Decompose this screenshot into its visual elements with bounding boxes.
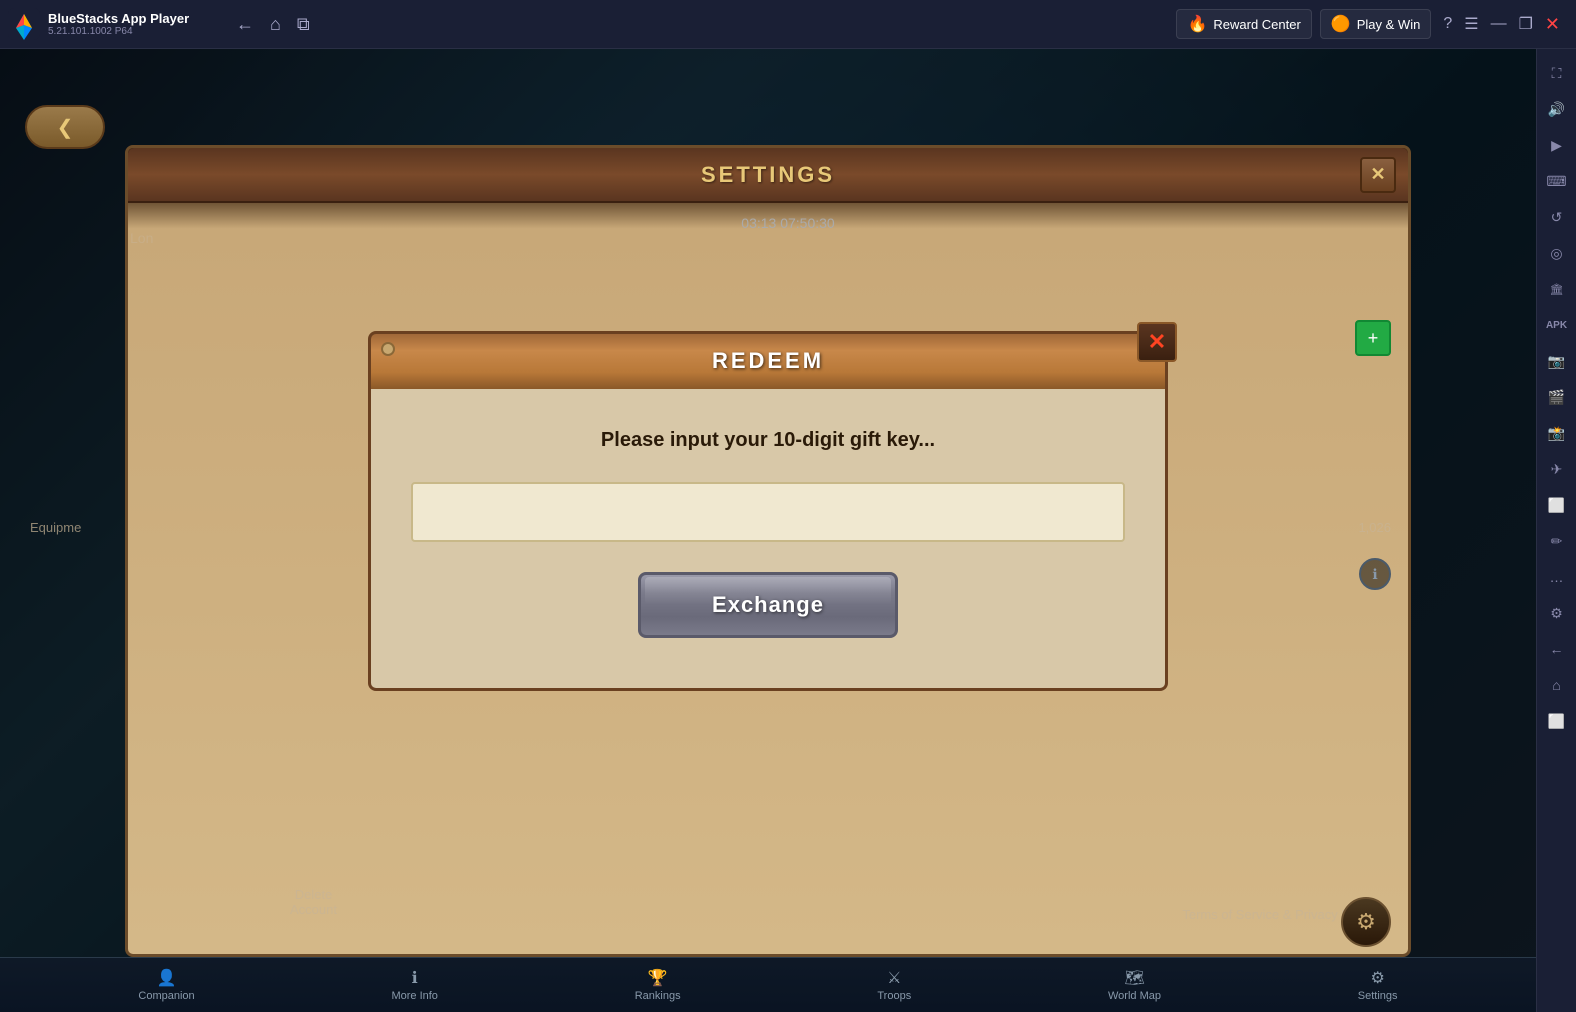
topbar: BlueStacks App Player 5.21.101.1002 P64 …	[0, 0, 1576, 49]
sidebar-building-icon[interactable]: 🏛	[1541, 273, 1573, 305]
redeem-instruction: Please input your 10-digit gift key...	[601, 429, 935, 452]
topbar-right: 🔥 Reward Center 🟠 Play & Win ? ☰ — ❐ ✕	[1176, 9, 1576, 39]
sidebar-keyboard-icon[interactable]: ⌨	[1541, 165, 1573, 197]
play-win-button[interactable]: 🟠 Play & Win	[1320, 9, 1432, 39]
bluestacks-logo	[8, 8, 40, 40]
sidebar-screenshot-icon[interactable]: 📸	[1541, 417, 1573, 449]
sidebar-video-icon[interactable]: 🎬	[1541, 381, 1573, 413]
sidebar-apk-icon[interactable]: APK	[1541, 309, 1573, 341]
sidebar-back-icon[interactable]: ←	[1541, 633, 1573, 665]
sidebar-volume-icon[interactable]: 🔊	[1541, 93, 1573, 125]
sidebar-square-icon[interactable]: ⬜	[1541, 705, 1573, 737]
close-window-button[interactable]: ✕	[1545, 14, 1560, 35]
app-info: BlueStacks App Player 5.21.101.1002 P64	[48, 11, 189, 37]
redeem-input-wrap	[411, 482, 1125, 542]
topbar-actions: ? ☰ — ❐ ✕	[1435, 14, 1568, 35]
redeem-overlay: REDEEM ✕ Please input your 10-digit gift…	[0, 49, 1536, 1012]
sidebar-camera-icon[interactable]: 📷	[1541, 345, 1573, 377]
redeem-title: REDEEM	[712, 348, 824, 374]
sidebar-rotate-icon[interactable]: ↺	[1541, 201, 1573, 233]
sidebar-window-icon[interactable]: ⬜	[1541, 489, 1573, 521]
help-icon[interactable]: ?	[1443, 15, 1452, 33]
sidebar-target-icon[interactable]: ◎	[1541, 237, 1573, 269]
sidebar-pen-icon[interactable]: ✏	[1541, 525, 1573, 557]
menu-icon[interactable]: ☰	[1464, 14, 1478, 34]
redeem-header: REDEEM ✕	[368, 331, 1168, 389]
topbar-nav: ← ⌂ ⧉	[220, 14, 310, 35]
sidebar-play-icon[interactable]: ▶	[1541, 129, 1573, 161]
play-win-icon: 🟠	[1331, 14, 1351, 34]
corner-pin-tl	[381, 342, 395, 356]
back-nav-icon[interactable]: ←	[236, 14, 254, 35]
exchange-button[interactable]: Exchange	[638, 572, 898, 638]
sidebar-fullscreen-icon[interactable]: ⛶	[1541, 57, 1573, 89]
reward-center-label: Reward Center	[1213, 17, 1300, 32]
reward-center-button[interactable]: 🔥 Reward Center	[1176, 9, 1311, 39]
play-win-label: Play & Win	[1357, 17, 1421, 32]
tabs-nav-icon[interactable]: ⧉	[297, 14, 310, 35]
sidebar-home-icon[interactable]: ⌂	[1541, 669, 1573, 701]
maximize-icon[interactable]: ❐	[1519, 14, 1533, 34]
redeem-body: Please input your 10-digit gift key... E…	[368, 389, 1168, 691]
gift-key-input[interactable]	[411, 482, 1125, 542]
redeem-dialog: REDEEM ✕ Please input your 10-digit gift…	[368, 331, 1168, 691]
right-sidebar: ⛶ 🔊 ▶ ⌨ ↺ ◎ 🏛 APK 📷 🎬 📸 ✈ ⬜ ✏ … ⚙ ← ⌂ ⬜	[1536, 49, 1576, 1012]
app-version: 5.21.101.1002 P64	[48, 26, 189, 37]
minimize-icon[interactable]: —	[1491, 15, 1507, 33]
sidebar-airplane-icon[interactable]: ✈	[1541, 453, 1573, 485]
redeem-close-button[interactable]: ✕	[1137, 322, 1177, 362]
topbar-left: BlueStacks App Player 5.21.101.1002 P64	[0, 8, 220, 40]
exchange-button-label: Exchange	[712, 592, 824, 617]
sidebar-gear-icon[interactable]: ⚙	[1541, 597, 1573, 629]
home-nav-icon[interactable]: ⌂	[270, 14, 281, 35]
sidebar-more-icon[interactable]: …	[1541, 561, 1573, 593]
reward-fire-icon: 🔥	[1187, 14, 1207, 34]
app-title: BlueStacks App Player	[48, 11, 189, 26]
